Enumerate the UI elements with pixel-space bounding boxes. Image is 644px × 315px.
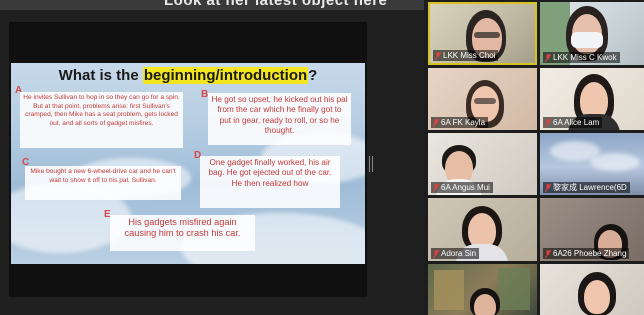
card-c-text: Mike bought a new 6-wheel-drive car and … (30, 168, 176, 184)
participant-tile-phoebe-zhang[interactable]: 6A26 Phoebe Zhang (540, 198, 644, 261)
mic-muted-icon (433, 249, 439, 258)
participant-name-tag: 6A26 Phoebe Zhang (543, 248, 630, 259)
mic-muted-icon (433, 183, 439, 192)
participant-tile-miss-choi[interactable]: LKK Miss Choi (428, 2, 537, 65)
card-e-text: His gadgets misfired again causing him t… (124, 217, 241, 238)
mic-muted-icon (545, 183, 551, 192)
splitter-handle[interactable] (369, 156, 373, 172)
card-e: His gadgets misfired again causing him t… (110, 215, 255, 251)
participant-name-tag: 6A Angus Mui (431, 182, 493, 193)
mic-muted-icon (433, 118, 439, 127)
participant-name-tag: 6A Alice Lam (543, 117, 603, 128)
participant-name-tag: 黎家成 Lawrence(6D (543, 182, 630, 193)
participant-name-tag: LKK Miss Choi (433, 50, 499, 61)
participant-tile-angus-mui[interactable]: 6A Angus Mui (428, 133, 537, 195)
participant-name: 黎家成 Lawrence(6D (553, 183, 627, 192)
card-a-text: He invites Sullivan to hop in so they ca… (23, 94, 180, 127)
mic-muted-icon (545, 118, 551, 127)
header-cut-text: Look at her latest object here (164, 0, 388, 9)
participant-name: 6A FK Kayla (441, 118, 486, 127)
participant-name: 6A26 Phoebe Zhang (553, 249, 627, 258)
card-d: One gadget finally worked, his air bag. … (200, 156, 340, 208)
mic-muted-icon (545, 249, 551, 258)
participant-gallery: LKK Miss Choi LKK Miss C Kwok 6A FK Kayl… (424, 0, 644, 315)
participant-name: 6A Alice Lam (553, 118, 600, 127)
participant-name-tag: 6A FK Kayla (431, 117, 489, 128)
participant-tile-adora-sin[interactable]: Adora Sin (428, 198, 537, 261)
participant-tile-alice-lam[interactable]: 6A Alice Lam (540, 68, 644, 130)
participant-name: LKK Miss Choi (443, 51, 496, 60)
participant-tile-lawrence[interactable]: 黎家成 Lawrence(6D (540, 133, 644, 195)
participant-tile-miss-c-kwok[interactable]: LKK Miss C Kwok (540, 2, 644, 65)
card-b-text: He got so upset, he kicked out his pal f… (211, 95, 348, 136)
participant-tile-8[interactable] (428, 264, 537, 315)
slide-title-prefix: What is the (58, 67, 143, 84)
participant-name: 6A Angus Mui (441, 183, 490, 192)
slide-title: What is the beginning/introduction? (11, 67, 365, 84)
card-c: Mike bought a new 6-wheel-drive car and … (25, 166, 181, 200)
slide-title-suffix: ? (308, 67, 318, 84)
participant-name: LKK Miss C Kwok (553, 53, 617, 62)
participant-tile-fk-kayla[interactable]: 6A FK Kayla (428, 68, 537, 130)
slide-title-highlight: beginning/introduction (142, 67, 309, 84)
presentation-slide: What is the beginning/introduction? A He… (11, 63, 365, 264)
card-b: He got so upset, he kicked out his pal f… (208, 93, 351, 145)
participant-name: Adora Sin (441, 249, 477, 258)
mic-muted-icon (435, 51, 441, 60)
participant-name-tag: LKK Miss C Kwok (543, 52, 620, 63)
mic-muted-icon (545, 53, 551, 62)
participant-name-tag: Adora Sin (431, 248, 480, 259)
card-a: He invites Sullivan to hop in so they ca… (20, 92, 183, 148)
participant-tile-9[interactable] (540, 264, 644, 315)
card-d-text: One gadget finally worked, his air bag. … (208, 158, 332, 188)
